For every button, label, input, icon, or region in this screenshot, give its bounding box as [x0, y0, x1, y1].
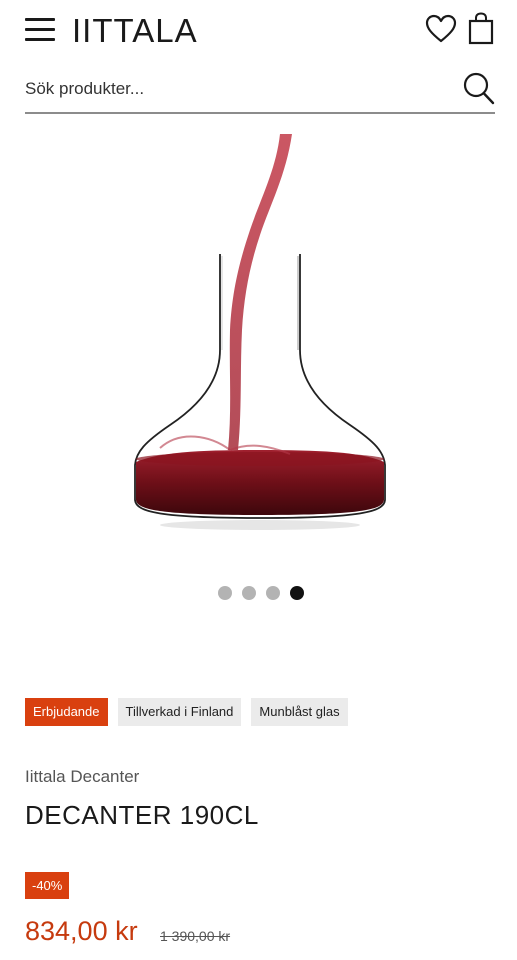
wishlist-heart-icon[interactable]: [425, 14, 457, 44]
shopping-bag-icon[interactable]: [468, 12, 494, 45]
carousel-dot-4[interactable]: [289, 586, 304, 600]
product-title: DECANTER 190CL: [25, 800, 259, 830]
carousel-dot-3[interactable]: [265, 586, 280, 600]
image-carousel-indicators: [0, 586, 517, 602]
hamburger-menu-icon[interactable]: [25, 16, 55, 44]
discount-badge: -40%: [25, 872, 70, 899]
brand-logo[interactable]: IITTALA: [72, 12, 198, 50]
search-icon[interactable]: [463, 72, 495, 106]
carousel-dot-2[interactable]: [241, 586, 256, 600]
search-input[interactable]: [25, 74, 445, 104]
original-price: 1 390,00 kr: [160, 928, 231, 944]
product-image-decanter[interactable]: [100, 130, 420, 550]
current-price: 834,00 kr: [25, 916, 138, 946]
header: IITTALA: [0, 0, 517, 60]
offer-badge: Erbjudande: [25, 698, 108, 726]
mouth-blown-glass-badge: Munblåst glas: [251, 698, 348, 726]
search-bar: [25, 68, 495, 114]
carousel-dot-1[interactable]: [217, 586, 232, 600]
made-in-finland-badge: Tillverkad i Finland: [117, 698, 242, 726]
product-brand[interactable]: Iittala Decanter: [25, 767, 139, 787]
product-badges: Erbjudande Tillverkad i Finland Munblåst…: [25, 698, 348, 726]
